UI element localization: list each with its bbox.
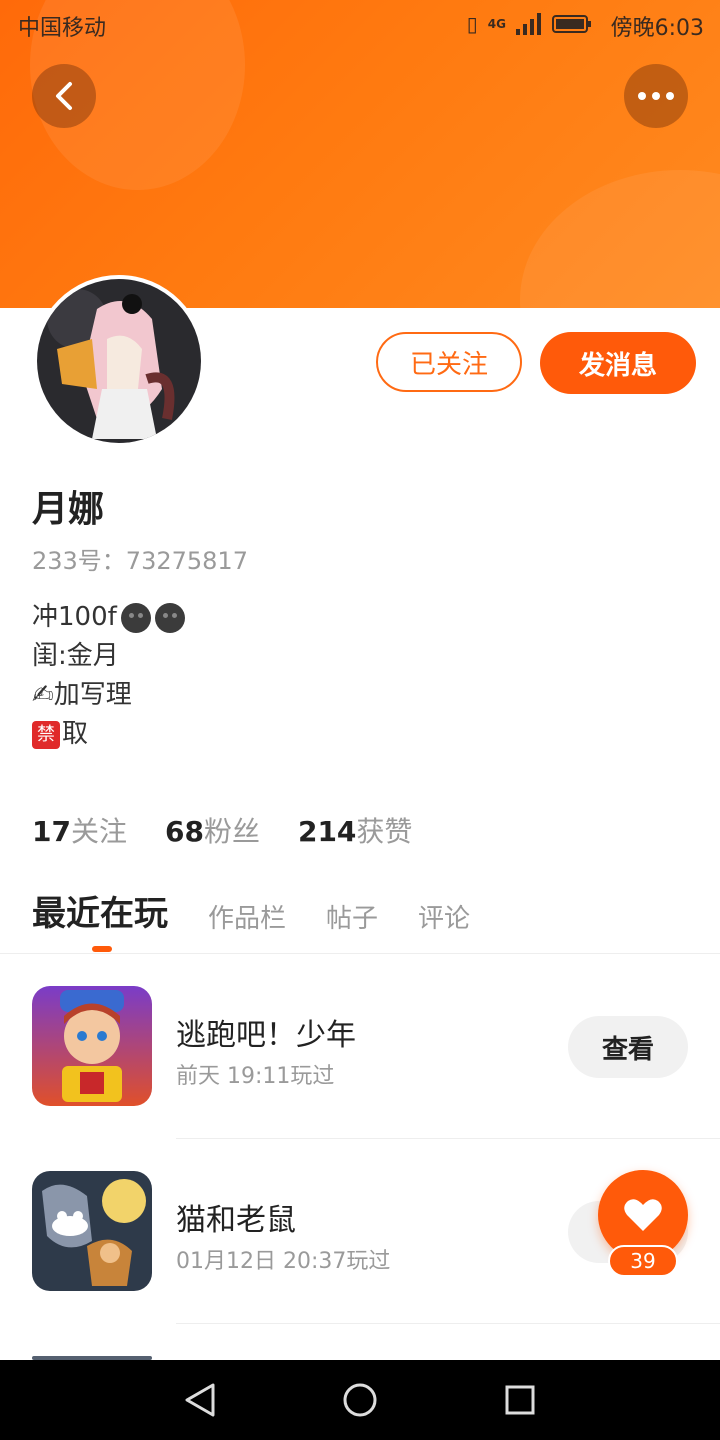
list-item[interactable]: 逃跑吧！少年 前天 19:11玩过 查看 [0, 954, 720, 1139]
profile-tabs: 最近在玩 作品栏 帖子 评论 [32, 886, 470, 935]
stat-number: 214 [297, 815, 357, 848]
network-type-label: 4G [487, 17, 506, 31]
game-title: 逃跑吧！少年 [176, 1018, 356, 1053]
clock: 傍晚6:03 [610, 16, 704, 41]
tab-posts[interactable]: 帖子 [326, 898, 378, 935]
divider [176, 1323, 720, 1324]
smiley-emoji-icon [120, 602, 151, 633]
vibrate-icon: ▯ [466, 12, 478, 36]
heart-icon [624, 1199, 662, 1231]
like-count-badge: 39 [608, 1245, 678, 1277]
game-last-played: 01月12日 20:37玩过 [176, 1249, 391, 1274]
more-dots-icon [638, 92, 674, 100]
game-title: 猫和老鼠 [176, 1203, 296, 1238]
stat-following[interactable]: 17关注 [32, 810, 127, 850]
stat-number: 68 [164, 815, 204, 848]
smiley-emoji-icon [154, 602, 185, 633]
avatar[interactable] [33, 275, 205, 447]
battery-icon [552, 15, 591, 33]
bio-text: 冲100f [32, 602, 117, 632]
bio-line: ✍加写理 [32, 676, 185, 715]
send-message-button[interactable]: 发消息 [540, 332, 696, 394]
prohibited-emoji-icon: 禁 [32, 720, 60, 749]
escape-boy-game-icon [32, 986, 152, 1106]
triangle-back-icon [185, 1383, 215, 1417]
stat-label: 关注 [70, 815, 127, 848]
status-icons: ▯ 4G [467, 12, 592, 36]
square-recents-icon [505, 1385, 535, 1415]
tab-recently-played[interactable]: 最近在玩 [32, 886, 168, 935]
bio-line: 闺:金月 [32, 637, 185, 676]
nav-back-button[interactable] [180, 1380, 220, 1420]
game-last-played: 前天 19:11玩过 [176, 1064, 335, 1089]
chevron-left-icon [56, 82, 72, 110]
nav-home-button[interactable] [340, 1380, 380, 1420]
view-game-button[interactable]: 查看 [568, 1016, 688, 1078]
tab-comments[interactable]: 评论 [418, 898, 470, 935]
profile-bio: 冲100f 闺:金月 ✍加写理 禁 取 [32, 598, 185, 754]
bio-line: 冲100f [32, 598, 185, 637]
bio-line: 禁 取 [32, 715, 185, 754]
profile-stats: 17关注 68粉丝 214获赞 [32, 810, 412, 850]
stat-fans[interactable]: 68粉丝 [165, 810, 260, 850]
profile-name: 月娜 [32, 489, 105, 530]
tom-and-jerry-game-icon [32, 1171, 152, 1291]
stat-likes[interactable]: 214获赞 [298, 810, 412, 850]
back-button[interactable] [32, 64, 96, 128]
stat-label: 获赞 [356, 815, 413, 848]
bio-text: ✍加写理 [32, 680, 132, 710]
profile-header-banner [0, 0, 720, 308]
tab-works[interactable]: 作品栏 [208, 898, 286, 935]
followed-button[interactable]: 已关注 [376, 332, 522, 392]
stat-label: 粉丝 [203, 815, 260, 848]
active-tab-indicator [92, 946, 112, 952]
bio-text: 取 [62, 719, 89, 749]
avatar-image [37, 279, 201, 443]
more-options-button[interactable] [624, 64, 688, 128]
circle-home-icon [343, 1383, 377, 1417]
user-id: 233号：73275817 [32, 547, 248, 575]
stat-number: 17 [32, 815, 71, 848]
banner-decoration [520, 170, 720, 308]
bio-text: 闺:金月 [32, 641, 119, 671]
nav-recents-button[interactable] [500, 1380, 540, 1420]
signal-icon [516, 13, 541, 35]
carrier-label: 中国移动 [18, 16, 107, 41]
